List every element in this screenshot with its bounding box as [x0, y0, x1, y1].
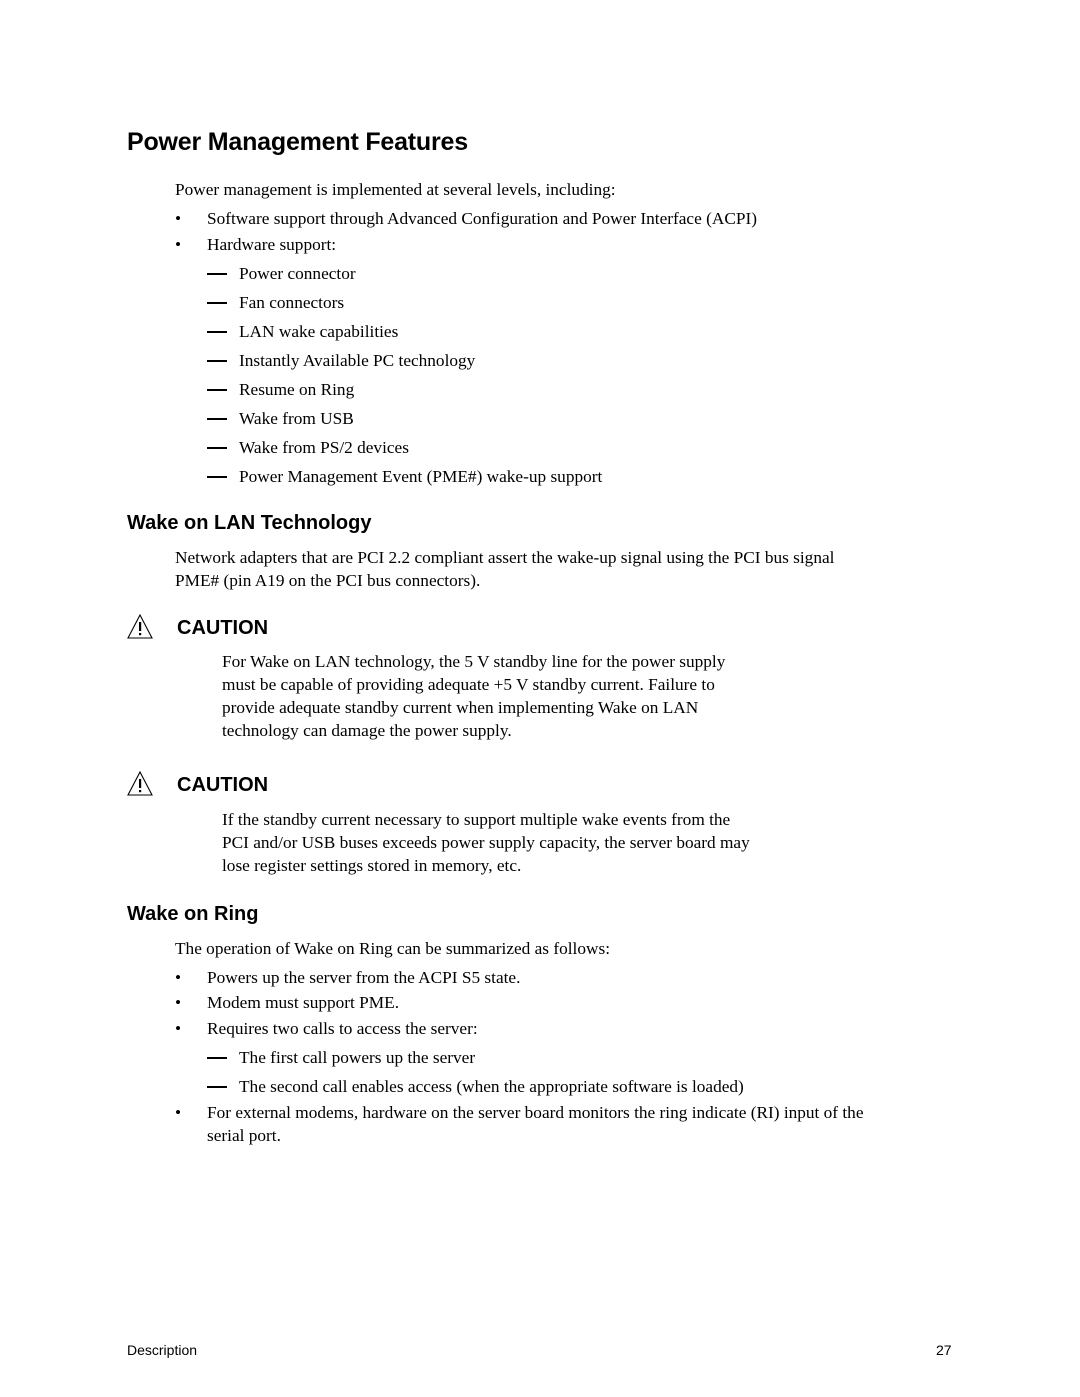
dash-icon [207, 273, 227, 275]
sub-list-item: Resume on Ring [239, 380, 355, 399]
caution-text-line: lose register settings stored in memory,… [222, 856, 522, 875]
wor-intro: The operation of Wake on Ring can be sum… [175, 939, 611, 958]
dash-icon [207, 447, 227, 449]
caution-text-line: PCI and/or USB buses exceeds power suppl… [222, 833, 750, 852]
sub-list-item: LAN wake capabilities [239, 322, 399, 341]
wor-heading: Wake on Ring [127, 903, 259, 925]
bullet-icon: • [175, 968, 182, 987]
dash-icon [207, 1086, 227, 1088]
section-title: Power Management Features [127, 128, 468, 156]
dash-icon [207, 418, 227, 420]
footer-section-name: Description [127, 1342, 198, 1358]
sub-list-item: Power Management Event (PME#) wake-up su… [239, 467, 603, 486]
sub-list-item: Wake from USB [239, 409, 354, 428]
caution-label: CAUTION [177, 617, 269, 639]
wol-heading: Wake on LAN Technology [127, 512, 372, 534]
sub-list-item: The first call powers up the server [239, 1048, 476, 1067]
dash-icon [207, 1057, 227, 1059]
caution-label: CAUTION [177, 774, 269, 796]
list-item: For external modems, hardware on the ser… [207, 1103, 864, 1122]
sub-list-item: Wake from PS/2 devices [239, 438, 409, 457]
list-item: Requires two calls to access the server: [207, 1019, 478, 1038]
sub-list-item: Power connector [239, 264, 356, 283]
caution-text-line: provide adequate standby current when im… [222, 698, 699, 717]
footer-page-number: 27 [936, 1342, 952, 1358]
dash-icon [207, 389, 227, 391]
list-item: Software support through Advanced Config… [207, 209, 757, 228]
intro-paragraph: Power management is implemented at sever… [175, 180, 616, 199]
dash-icon [207, 331, 227, 333]
list-item: Modem must support PME. [207, 993, 400, 1012]
bullet-icon: • [175, 1103, 182, 1122]
dash-icon [207, 476, 227, 478]
sub-list-item: Fan connectors [239, 293, 345, 312]
caution-text-line: technology can damage the power supply. [222, 721, 512, 740]
bullet-icon: • [175, 1019, 182, 1038]
warning-triangle-icon [127, 771, 153, 796]
caution-text-line: If the standby current necessary to supp… [222, 810, 731, 829]
caution-text-line: must be capable of providing adequate +5… [222, 675, 715, 694]
warning-triangle-icon [127, 614, 153, 639]
document-page: Power Management Features Power manageme… [0, 0, 1080, 1397]
wol-body-line: PME# (pin A19 on the PCI bus connectors)… [175, 571, 481, 590]
dash-icon [207, 302, 227, 304]
bullet-icon: • [175, 235, 182, 254]
caution-text-line: For Wake on LAN technology, the 5 V stan… [222, 652, 726, 671]
list-item: Hardware support: [207, 235, 337, 254]
wol-body-line: Network adapters that are PCI 2.2 compli… [175, 548, 835, 567]
dash-icon [207, 360, 227, 362]
bullet-icon: • [175, 993, 182, 1012]
sub-list-item: Instantly Available PC technology [239, 351, 476, 370]
sub-list-item: The second call enables access (when the… [239, 1077, 744, 1096]
list-item-continuation: serial port. [207, 1126, 281, 1145]
list-item: Powers up the server from the ACPI S5 st… [207, 968, 521, 987]
bullet-icon: • [175, 209, 182, 228]
